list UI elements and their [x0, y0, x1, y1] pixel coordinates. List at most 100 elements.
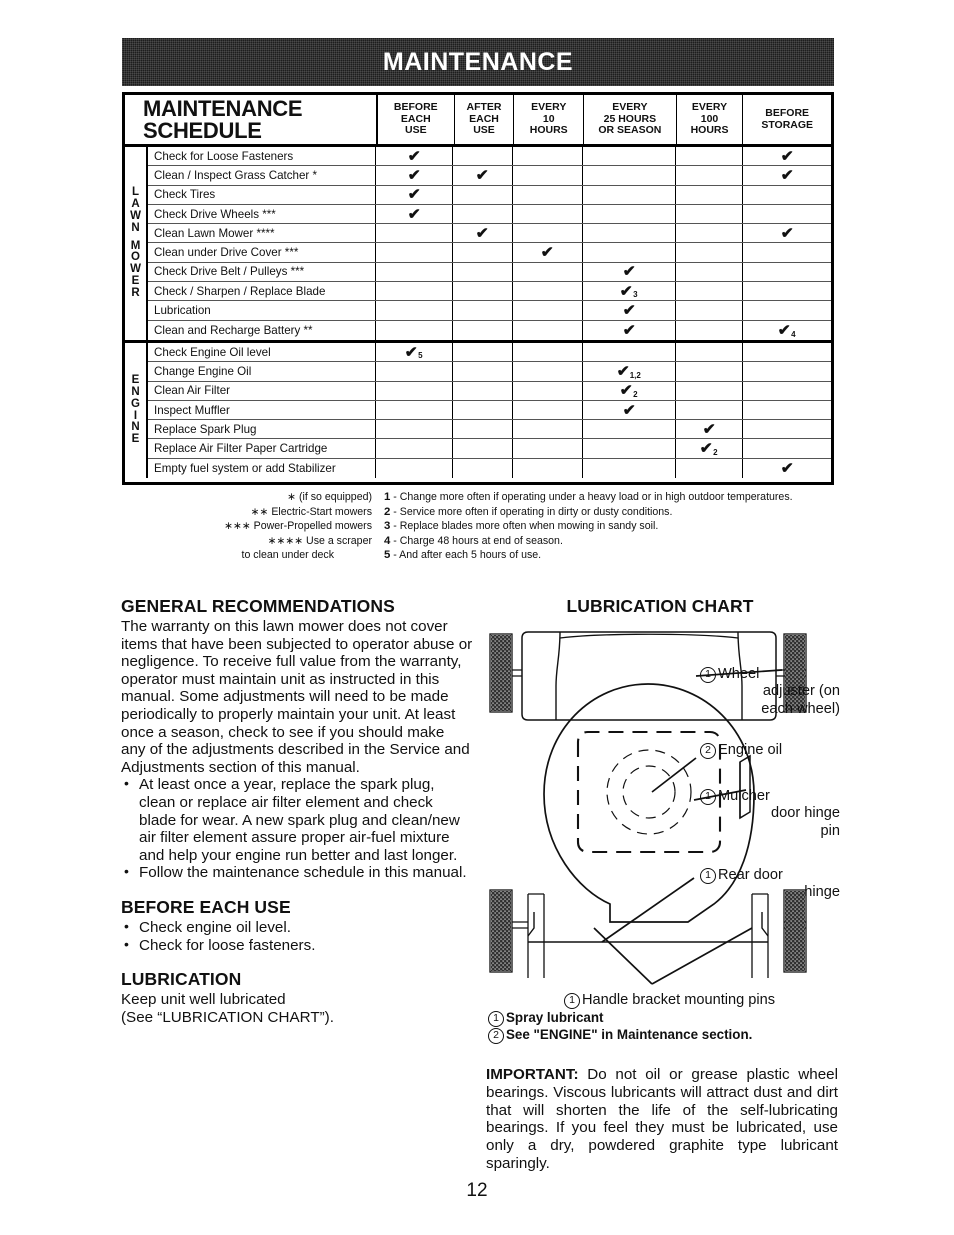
- callout-text-line2: door hinge: [771, 805, 840, 822]
- callout-text: Wheel: [718, 666, 760, 682]
- table-row: Check Drive Belt / Pulleys *** ✔: [148, 262, 831, 283]
- task-label: Empty fuel system or add Stabilizer: [148, 458, 376, 479]
- schedule-cell: [513, 458, 583, 479]
- schedule-cell: [583, 147, 676, 166]
- callout-wheel-adjuster: 1 Wheel adjuster (on each wheel): [700, 666, 840, 718]
- checkmark-icon: ✔: [407, 186, 421, 204]
- schedule-cell: [513, 420, 583, 439]
- footnote-ref: 1,2: [629, 370, 641, 380]
- task-label: Replace Air Filter Paper Cartridge: [148, 439, 376, 458]
- key-text: See "ENGINE" in Maintenance section.: [506, 1027, 753, 1042]
- schedule-cell: [676, 185, 743, 204]
- table-title: MAINTENANCE SCHEDULE: [125, 95, 378, 144]
- schedule-cell: [676, 342, 743, 362]
- schedule-cell: [583, 166, 676, 185]
- table-row: Replace Spark Plug ✔: [148, 420, 831, 440]
- checkmark-icon: ✔: [407, 147, 421, 165]
- key-text: Spray lubricant: [506, 1010, 604, 1025]
- schedule-cell: [453, 204, 513, 224]
- page-number: 12: [466, 1180, 488, 1201]
- schedule-cell: [453, 381, 513, 400]
- table-row: Lubrication ✔: [148, 301, 831, 321]
- schedule-cell: [376, 458, 453, 479]
- document-page: MAINTENANCE MAINTENANCE SCHEDULE BEFORE E…: [0, 0, 954, 1235]
- schedule-cell: [513, 224, 583, 243]
- schedule-cell: [453, 185, 513, 204]
- task-label: Clean under Drive Cover ***: [148, 243, 376, 262]
- schedule-cell: ✔: [376, 204, 453, 224]
- task-label: Clean Air Filter: [148, 381, 376, 400]
- footnote-symbol: ∗∗∗ Power-Propelled mowers: [224, 520, 372, 533]
- footnote-ref: 4: [791, 329, 796, 339]
- schedule-cell: ✔: [513, 243, 583, 262]
- task-label: Clean / Inspect Grass Catcher *: [148, 166, 376, 185]
- schedule-cell: [676, 362, 743, 381]
- list-item: Follow the maintenance schedule in this …: [121, 863, 473, 882]
- group-rows: Check Engine Oil level ✔ 5 Change Engine Oi…: [148, 342, 831, 479]
- table-row: Check / Sharpen / Replace Blade ✔ 3: [148, 282, 831, 302]
- column-header-after-each-use: AFTER EACH USE: [455, 95, 515, 144]
- schedule-cell: [676, 166, 743, 185]
- schedule-cell: [513, 362, 583, 381]
- before-each-use-bullets: Check engine oil level. Check for loose …: [121, 918, 473, 955]
- schedule-cell: [453, 400, 513, 420]
- schedule-cell: ✔: [583, 301, 676, 320]
- table-row: Empty fuel system or add Stabilizer ✔: [148, 458, 831, 479]
- list-item: Check for loose fasteners.: [121, 936, 473, 955]
- table-row: Check Drive Wheels *** ✔: [148, 204, 831, 225]
- footnote-symbols: ∗ (if so equipped) ∗∗ Electric-Start mowe…: [142, 490, 372, 563]
- schedule-cell: [453, 439, 513, 458]
- checkmark-icon: ✔: [780, 147, 794, 165]
- table-row: Clean / Inspect Grass Catcher * ✔ ✔ ✔: [148, 166, 831, 186]
- callout-text-line3: each wheel): [761, 700, 840, 717]
- footnote-symbol: ∗∗ Electric-Start mowers: [250, 505, 372, 518]
- column-header-before-each-use: BEFORE EACH USE: [378, 95, 455, 144]
- callout-text-line2: adjuster (on: [762, 683, 840, 700]
- task-label: Inspect Muffler: [148, 400, 376, 420]
- schedule-cell: ✔: [583, 320, 676, 340]
- schedule-cell: [743, 439, 831, 457]
- footnote-ref: 5: [418, 351, 423, 361]
- schedule-cell: ✔: [583, 400, 676, 420]
- schedule-cell: [376, 301, 453, 320]
- schedule-cell: [743, 382, 831, 400]
- schedule-cell: [376, 224, 453, 243]
- key-item: 2 See "ENGINE" in Maintenance section.: [488, 1027, 838, 1044]
- schedule-cell: [743, 282, 831, 300]
- schedule-cell: [676, 458, 743, 479]
- schedule-cell: [743, 205, 831, 223]
- schedule-cell: [743, 401, 831, 419]
- list-item: Check engine oil level.: [121, 918, 473, 937]
- schedule-cell: [743, 301, 831, 319]
- table-group-engine: E N G I N E Check Engine Oil level ✔ 5 Change Eng…: [125, 342, 831, 479]
- task-label: Clean Lawn Mower ****: [148, 224, 376, 243]
- schedule-cell: [376, 439, 453, 458]
- table-header-row: MAINTENANCE SCHEDULE BEFORE EACH USE AFTER…: [125, 95, 831, 147]
- important-note: IMPORTANT: Do not oil or grease plastic …: [486, 1066, 838, 1173]
- checkmark-icon: ✔: [780, 459, 794, 477]
- task-label: Check Engine Oil level: [148, 342, 376, 362]
- callout-number-icon: 2: [700, 743, 716, 759]
- schedule-cell: [743, 243, 831, 261]
- schedule-cell: ✔: [583, 262, 676, 282]
- table-row: Clean Air Filter ✔ 2: [148, 381, 831, 401]
- lubrication-body-line2: (See “LUBRICATION CHART”).: [121, 1008, 334, 1026]
- schedule-cell: [453, 458, 513, 479]
- schedule-cell: [513, 342, 583, 362]
- schedule-cell: [676, 224, 743, 243]
- section-banner: MAINTENANCE: [122, 38, 834, 86]
- column-header-before-storage: BEFORE STORAGE: [761, 106, 814, 131]
- schedule-cell: ✔: [676, 420, 743, 439]
- schedule-cell: [676, 204, 743, 224]
- schedule-cell: [513, 301, 583, 320]
- checkmark-icon: ✔: [620, 282, 634, 300]
- schedule-cell: [376, 320, 453, 340]
- schedule-cell: [453, 342, 513, 362]
- footnote-symbol: ∗ (if so equipped): [287, 491, 372, 503]
- schedule-cell: [513, 400, 583, 420]
- schedule-cell: [513, 204, 583, 224]
- schedule-cell: [676, 282, 743, 301]
- table-row: Clean Lawn Mower **** ✔ ✔: [148, 224, 831, 244]
- task-label: Change Engine Oil: [148, 362, 376, 381]
- schedule-cell: ✔: [376, 147, 453, 166]
